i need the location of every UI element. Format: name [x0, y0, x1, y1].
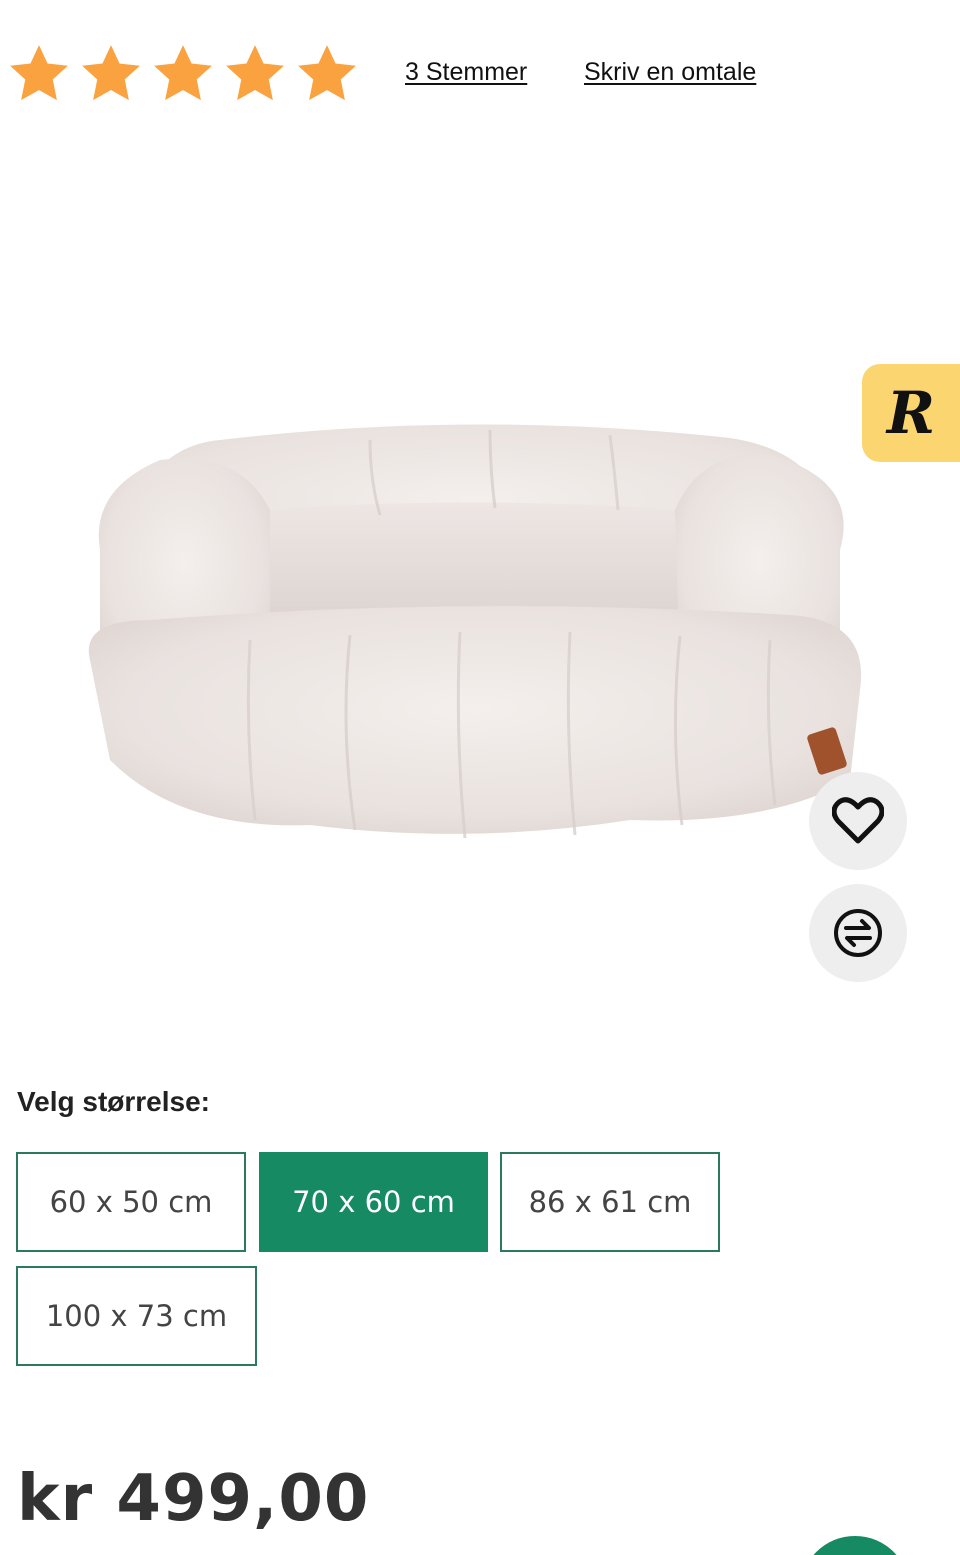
stars-group	[6, 41, 360, 107]
size-option-60x50[interactable]: 60 x 50 cm	[16, 1152, 246, 1252]
size-option-100x73[interactable]: 100 x 73 cm	[16, 1266, 257, 1366]
reviews-badge[interactable]: R	[862, 364, 960, 462]
star-icon	[10, 45, 68, 101]
product-price: kr 499,00	[17, 1462, 370, 1536]
star-icon	[154, 45, 212, 101]
size-selector-label: Velg størrelse:	[17, 1086, 210, 1117]
size-option-70x60[interactable]: 70 x 60 cm	[259, 1152, 488, 1252]
write-review-link[interactable]: Skriv en omtale	[584, 58, 756, 87]
star-icon	[82, 45, 140, 101]
favorite-button[interactable]	[809, 772, 907, 870]
product-image	[88, 424, 862, 839]
badge-letter: R	[886, 379, 936, 447]
floating-action-button[interactable]	[800, 1536, 910, 1555]
star-rating	[6, 38, 360, 110]
heart-icon	[832, 797, 884, 844]
compare-arrows-icon	[834, 909, 882, 957]
star-icon	[226, 45, 284, 101]
size-option-86x61[interactable]: 86 x 61 cm	[500, 1152, 720, 1252]
star-icon	[298, 45, 356, 101]
compare-button[interactable]	[809, 884, 907, 982]
votes-link[interactable]: 3 Stemmer	[405, 58, 527, 87]
